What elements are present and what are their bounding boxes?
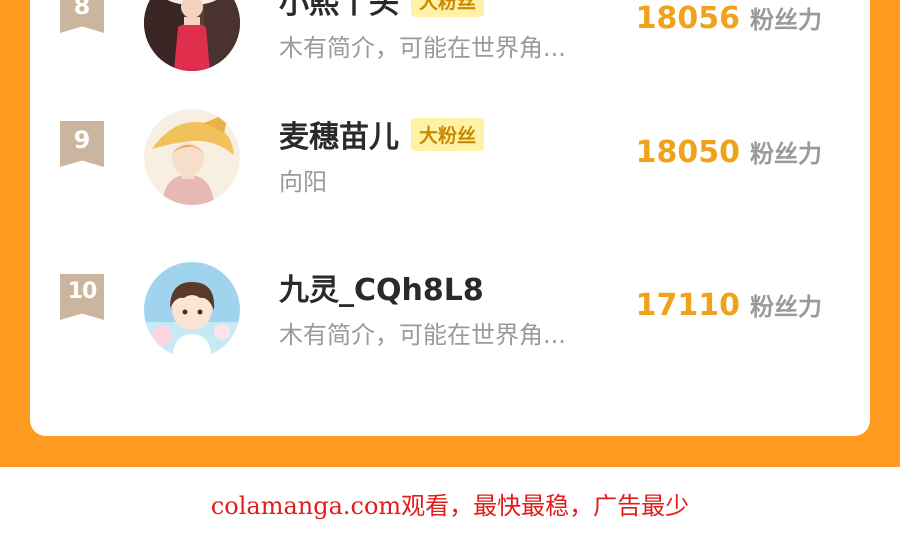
rank-ribbon: 8 [60,0,104,33]
score-value: 17110 [635,288,740,323]
user-bio: 向阳 [279,168,327,196]
user-bio: 木有简介，可能在世界角... [279,34,566,62]
score-value: 18056 [635,1,740,36]
ranking-row[interactable]: 9 麦穗苗儿 大粉丝 向阳 18050 粉丝力 [30,109,870,209]
fan-power-score: 17110 粉丝力 [636,287,822,323]
ranking-row[interactable]: 10 九灵_CQh8L8 木有简介，可能在世界角... 17110 粉丝力 [30,262,870,362]
score-value: 18050 [635,135,740,170]
score-label: 粉丝力 [750,293,822,321]
fan-level-badge: 大粉丝 [411,117,485,151]
user-name[interactable]: 麦穗苗儿 [279,112,399,156]
avatar-illustration-image [144,109,240,205]
score-label: 粉丝力 [750,140,822,168]
ranking-row[interactable]: 8 小熙丫头 大粉丝 木有简介，可能在世界角... 18056 粉丝力 [30,0,870,75]
rank-ribbon: 9 [60,121,104,167]
user-name[interactable]: 小熙丫头 [279,0,399,22]
fan-level-badge: 大粉丝 [411,0,485,17]
fan-ranking-card: 8 小熙丫头 大粉丝 木有简介，可能在世界角... 18056 粉丝力 9 麦穗… [30,0,870,436]
avatar[interactable] [144,109,240,205]
avatar-anime-boy-image [144,262,240,358]
user-name[interactable]: 九灵_CQh8L8 [279,265,484,309]
watermark-footer: colamanga.com观看，最快最稳，广告最少 [0,467,900,555]
fan-power-score: 18056 粉丝力 [636,0,822,36]
rank-ribbon: 10 [60,274,104,320]
score-label: 粉丝力 [750,6,822,34]
user-bio: 木有简介，可能在世界角... [279,321,566,349]
avatar-girl-hat-image [144,0,240,71]
avatar[interactable] [144,262,240,358]
site-watermark-text: colamanga.com观看，最快最稳，广告最少 [210,491,690,520]
avatar[interactable] [144,0,240,71]
fan-power-score: 18050 粉丝力 [636,134,822,170]
